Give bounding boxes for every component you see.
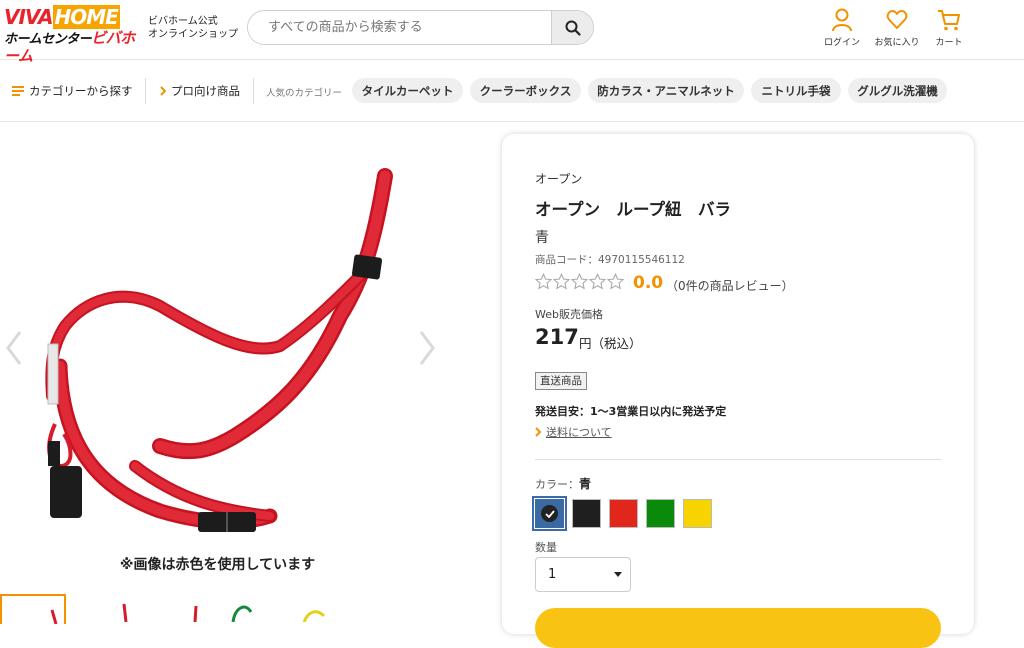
thumbnail[interactable] (298, 594, 364, 624)
rating-stars (535, 273, 624, 290)
user-icon (832, 8, 852, 32)
search-icon (565, 20, 581, 36)
color-swatch-blue[interactable] (532, 496, 567, 531)
color-selected-value: 青 (579, 477, 592, 491)
official-line-1: ビバホーム公式 (148, 16, 218, 27)
favorites-label: お気に入り (874, 38, 920, 48)
nav-divider (145, 78, 146, 104)
heart-icon (886, 10, 908, 29)
quantity-label: 数量 (535, 541, 557, 554)
categories-menu[interactable]: カテゴリーから探す (12, 83, 133, 99)
search-button[interactable] (551, 11, 593, 44)
chevron-right-icon (535, 427, 541, 437)
thumbnail[interactable] (160, 594, 226, 624)
product-gallery: ※画像は赤色を使用しています (0, 122, 470, 625)
site-header: VIVA HOME ホームセンタービバホーム ビバホーム公式 オンラインショップ … (0, 0, 1024, 64)
price-unit: 円（税込） (579, 336, 642, 351)
chevron-right-icon (160, 86, 166, 96)
product-info-card: オープン オープン ループ紐 バラ 青 商品コード：4970115546112 … (502, 134, 974, 648)
chip-category[interactable]: タイルカーペット (352, 78, 463, 103)
thumbnail[interactable] (225, 594, 291, 624)
star-empty-icon (607, 273, 624, 290)
login-label: ログイン (823, 38, 860, 48)
product-brand[interactable]: オープン (535, 170, 582, 187)
nav-divider (253, 78, 254, 104)
direct-shipping-badge: 直送商品 (535, 372, 587, 390)
cart-button[interactable]: カート (924, 8, 974, 48)
login-button[interactable]: ログイン (817, 8, 867, 48)
add-to-cart-button[interactable] (535, 608, 941, 648)
popular-categories-label: 人気のカテゴリー (266, 88, 343, 99)
review-count[interactable]: （0件の商品レビュー） (666, 277, 794, 294)
quantity-value: 1 (548, 567, 557, 582)
quantity-select[interactable]: 1 (535, 557, 631, 592)
color-swatch-red[interactable] (609, 499, 638, 528)
price-label: Web販売価格 (535, 308, 603, 321)
pro-products-link[interactable]: プロ向け商品 (160, 83, 240, 99)
shipping-fee-link[interactable]: 送料について (535, 424, 612, 440)
thumbnail-selected[interactable] (0, 594, 66, 625)
product-title: オープン ループ紐 バラ (535, 200, 732, 219)
color-swatch-yellow[interactable] (683, 499, 712, 528)
star-empty-icon (589, 273, 606, 290)
next-image-arrow-icon[interactable] (417, 330, 437, 366)
product-image (45, 168, 393, 532)
star-empty-icon (553, 273, 570, 290)
pro-products-label: プロ向け商品 (171, 84, 240, 98)
official-line-2: オンラインショップ (148, 29, 238, 40)
chip-category[interactable]: グルグル洗濯機 (848, 78, 947, 103)
price-value: 217 (535, 325, 579, 349)
prev-image-arrow-icon[interactable] (4, 330, 24, 366)
cart-label: カート (935, 38, 963, 48)
product-code: 商品コード：4970115546112 (535, 254, 685, 266)
caret-down-icon (614, 572, 622, 577)
vivahome-logo[interactable]: VIVA HOME ホームセンタービバホーム (4, 5, 140, 64)
color-swatch-green[interactable] (646, 499, 675, 528)
shipping-link-label: 送料について (546, 426, 612, 439)
divider (535, 459, 941, 460)
chip-category[interactable]: クーラーボックス (470, 78, 581, 103)
image-caption: ※画像は赤色を使用しています (119, 557, 316, 573)
thumbnail[interactable] (88, 594, 154, 624)
search-bar (247, 10, 594, 45)
categories-label: カテゴリーから探す (29, 84, 133, 98)
logo-homecenter-text: ホームセンター (4, 32, 92, 47)
rating-value: 0.0 (633, 273, 664, 293)
chip-category[interactable]: 防カラス・アニマルネット (588, 78, 744, 103)
star-empty-icon (571, 273, 588, 290)
logo-viva-text: VIVA (4, 5, 54, 29)
shipping-estimate: 発送目安：1〜3営業日以内に発送予定 (535, 405, 727, 418)
official-shop-label: ビバホーム公式 オンラインショップ (148, 15, 238, 41)
color-swatch-black[interactable] (572, 499, 601, 528)
menu-lines-icon (12, 86, 24, 96)
cart-icon (938, 10, 960, 31)
checkmark-icon (541, 505, 558, 522)
logo-home-text: HOME (52, 5, 120, 29)
color-label-text: カラー： (535, 478, 579, 491)
color-label: カラー：青 (535, 475, 591, 492)
search-input[interactable] (248, 11, 553, 44)
favorites-button[interactable]: お気に入り (872, 8, 922, 48)
product-variant: 青 (535, 230, 549, 246)
category-bar: カテゴリーから探す プロ向け商品 人気のカテゴリー タイルカーペット クーラーボ… (0, 61, 1024, 122)
star-empty-icon (535, 273, 552, 290)
chip-category[interactable]: ニトリル手袋 (751, 78, 841, 103)
